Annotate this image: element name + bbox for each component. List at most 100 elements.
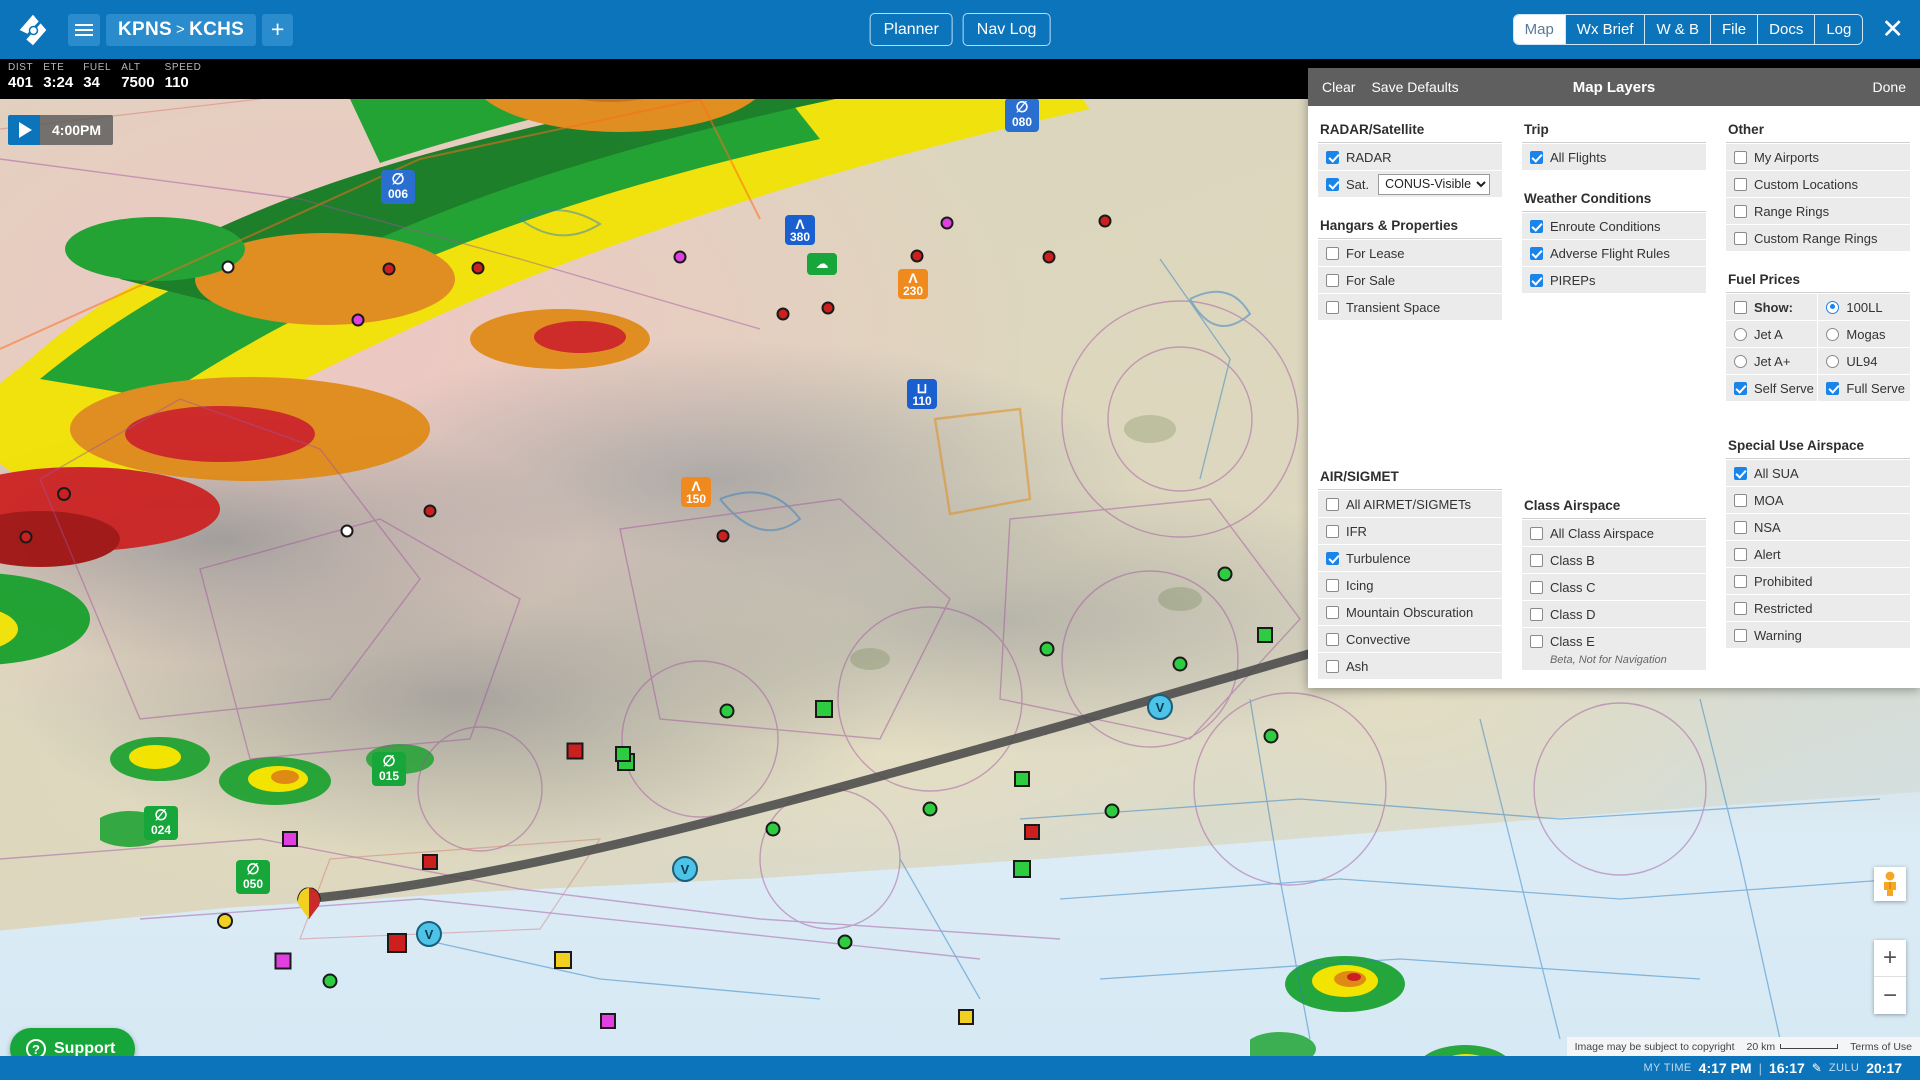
moa-checkbox[interactable]	[1733, 493, 1747, 507]
waypoint-dot[interactable]	[1172, 656, 1188, 672]
class-c-checkbox[interactable]	[1529, 580, 1543, 594]
airport-marker[interactable]	[282, 831, 298, 847]
pirep-dot[interactable]	[19, 530, 33, 544]
layer-ifr[interactable]: IFR	[1318, 518, 1502, 544]
play-icon[interactable]	[8, 115, 40, 145]
convective-checkbox[interactable]	[1326, 632, 1339, 646]
warning-checkbox[interactable]	[1733, 628, 1747, 642]
waypoint-dot[interactable]	[1263, 728, 1279, 744]
airport-marker[interactable]	[1013, 860, 1031, 878]
hamburger-menu-icon[interactable]	[68, 13, 100, 46]
airport-marker[interactable]	[815, 700, 833, 718]
terms-of-use-link[interactable]: Terms of Use	[1850, 1041, 1912, 1053]
airport-marker[interactable]	[615, 746, 631, 762]
layer-pireps[interactable]: PIREPs	[1521, 267, 1706, 293]
layer-radar[interactable]: RADAR	[1318, 144, 1502, 170]
alert-checkbox[interactable]	[1733, 547, 1747, 561]
fuel-self-serve[interactable]: Self Serve	[1725, 375, 1818, 401]
airport-marker[interactable]	[554, 951, 572, 969]
save-defaults-button[interactable]: Save Defaults	[1371, 79, 1458, 95]
clear-button[interactable]: Clear	[1322, 79, 1355, 95]
all-sua-checkbox[interactable]	[1733, 466, 1747, 480]
layer-custom-locations[interactable]: Custom Locations	[1725, 171, 1910, 197]
pirep-flag[interactable]: Λ 380	[785, 215, 815, 245]
layer-class-d[interactable]: Class D	[1521, 601, 1706, 627]
airport-marker[interactable]	[566, 742, 584, 760]
for-sale-checkbox[interactable]	[1326, 273, 1339, 287]
waypoint-dot[interactable]	[719, 703, 735, 719]
obstacle-badge[interactable]: ∅ 024	[144, 806, 178, 840]
adverse-flight-rules-checkbox[interactable]	[1529, 246, 1543, 260]
layer-range-rings[interactable]: Range Rings	[1725, 198, 1910, 224]
all-class-airspace-checkbox[interactable]	[1529, 526, 1543, 540]
custom-range-rings-checkbox[interactable]	[1733, 231, 1747, 245]
layer-turbulence[interactable]: Turbulence	[1318, 545, 1502, 571]
cloud-pirep-icon[interactable]: ☁	[807, 253, 837, 275]
pirep-dot[interactable]	[821, 301, 835, 315]
satellite-type-select[interactable]: CONUS-Visible	[1378, 173, 1491, 195]
pirep-dot[interactable]	[910, 249, 924, 263]
vor-marker[interactable]: V	[672, 856, 698, 882]
pirep-dot[interactable]	[351, 313, 365, 327]
my-airports-checkbox[interactable]	[1733, 150, 1747, 164]
pirep-flag[interactable]: Λ 230	[898, 269, 928, 299]
pirep-flag[interactable]: ⊔ 110	[907, 379, 937, 409]
layer-prohibited[interactable]: Prohibited	[1725, 568, 1910, 594]
waypoint-dot[interactable]	[1217, 566, 1233, 582]
add-route-button[interactable]: +	[262, 13, 294, 46]
planner-button[interactable]: Planner	[869, 13, 953, 46]
custom-locations-checkbox[interactable]	[1733, 177, 1747, 191]
layer-class-b[interactable]: Class B	[1521, 547, 1706, 573]
all-airmet-sigmets-checkbox[interactable]	[1326, 497, 1339, 511]
waypoint-dot[interactable]	[217, 913, 233, 929]
class-b-checkbox[interactable]	[1529, 553, 1543, 567]
pirep-flag[interactable]: Λ 150	[681, 477, 711, 507]
radar-checkbox[interactable]	[1326, 150, 1339, 164]
airport-marker[interactable]	[1014, 771, 1030, 787]
icing-checkbox[interactable]	[1326, 578, 1339, 592]
route-selector[interactable]: KPNS > KCHS	[106, 13, 257, 46]
layer-all-sua[interactable]: All SUA	[1725, 460, 1910, 486]
waypoint-dot[interactable]	[837, 934, 853, 950]
airport-marker[interactable]	[600, 1013, 616, 1029]
vor-marker[interactable]: V	[1147, 694, 1173, 720]
self-serve-checkbox[interactable]	[1733, 381, 1747, 395]
layer-all-airmet-sigmets[interactable]: All AIRMET/SIGMETs	[1318, 491, 1502, 517]
pencil-icon[interactable]: ✎	[1812, 1061, 1822, 1075]
layer-enroute-conditions[interactable]: Enroute Conditions	[1521, 213, 1706, 239]
layer-for-lease[interactable]: For Lease	[1318, 240, 1502, 266]
all-flights-checkbox[interactable]	[1529, 150, 1543, 164]
waypoint-dot[interactable]	[1039, 641, 1055, 657]
layer-warning[interactable]: Warning	[1725, 622, 1910, 648]
layer-adverse-flight-rules[interactable]: Adverse Flight Rules	[1521, 240, 1706, 266]
tab-docs[interactable]: Docs	[1758, 15, 1816, 44]
for-lease-checkbox[interactable]	[1326, 246, 1339, 260]
layer-restricted[interactable]: Restricted	[1725, 595, 1910, 621]
mountain-obscuration-checkbox[interactable]	[1326, 605, 1339, 619]
obstacle-badge[interactable]: ∅ 080	[1005, 99, 1039, 132]
layer-convective[interactable]: Convective	[1318, 626, 1502, 652]
airport-marker[interactable]	[958, 1009, 974, 1025]
obstacle-badge[interactable]: ∅ 006	[381, 170, 415, 204]
obstacle-badge[interactable]: ∅ 015	[372, 752, 406, 786]
ash-checkbox[interactable]	[1326, 659, 1339, 673]
fuel-type-ul94[interactable]: UL94	[1818, 348, 1910, 374]
obstacle-badge[interactable]: ∅ 050	[236, 860, 270, 894]
range-rings-checkbox[interactable]	[1733, 204, 1747, 218]
fuel-show-checkbox[interactable]	[1733, 300, 1747, 314]
layer-my-airports[interactable]: My Airports	[1725, 144, 1910, 170]
zoom-controls[interactable]: + −	[1874, 940, 1906, 1014]
airport-marker[interactable]	[422, 854, 438, 870]
transient-space-checkbox[interactable]	[1326, 300, 1339, 314]
airport-marker[interactable]	[387, 933, 407, 953]
pirep-dot[interactable]	[1042, 250, 1056, 264]
layer-class-c[interactable]: Class C	[1521, 574, 1706, 600]
pirep-dot[interactable]	[221, 260, 235, 274]
layer-alert[interactable]: Alert	[1725, 541, 1910, 567]
airport-marker[interactable]	[1257, 627, 1273, 643]
pirep-dot[interactable]	[716, 529, 730, 543]
layer-all-flights[interactable]: All Flights	[1521, 144, 1706, 170]
fuel-ul94-radio[interactable]	[1826, 354, 1840, 368]
pirep-dot[interactable]	[57, 487, 71, 501]
tab-file[interactable]: File	[1710, 15, 1759, 44]
